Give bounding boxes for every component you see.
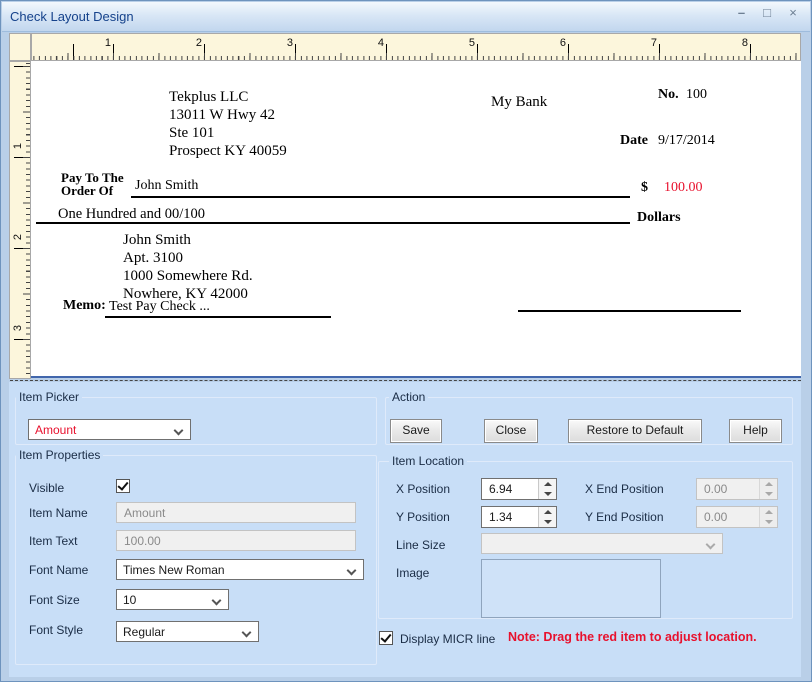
company-line: Prospect KY 40059 [169,143,287,159]
payee-underline [131,196,630,198]
dollars-label[interactable]: Dollars [637,210,681,226]
vertical-ruler: 1 2 3 [9,61,31,379]
save-button[interactable]: Save [390,419,442,443]
font-style-label: Font Style [29,623,84,637]
check-design-surface[interactable]: Tekplus LLC 13011 W Hwy 42 Ste 101 Prosp… [31,61,801,414]
ruler-number: 3 [12,324,24,332]
payee-address-item[interactable]: John Smith Apt. 3100 1000 Somewhere Rd. … [123,231,253,303]
spin-down-icon [760,489,777,499]
memo-underline [105,316,331,318]
properties-panel: Item Picker Amount Item Properties Visib… [9,382,801,677]
close-icon[interactable]: × [786,5,800,20]
amount-item-selected[interactable]: 100.00 [664,180,703,196]
ruler-number: 5 [468,37,475,49]
ruler-corner [9,33,31,61]
window-title: Check Layout Design [10,9,134,24]
ruler-number: 3 [286,37,293,49]
date-label[interactable]: Date [620,133,648,149]
font-size-label: Font Size [29,593,80,607]
title-bar[interactable]: Check Layout Design – □ × [2,2,810,32]
restore-to-default-button[interactable]: Restore to Default [568,419,702,443]
y-position-spinner[interactable]: 1.34 [481,506,557,528]
check-number-value[interactable]: 100 [686,87,707,103]
check-number-label[interactable]: No. [658,87,679,103]
help-button[interactable]: Help [729,419,782,443]
item-name-label: Item Name [29,506,88,520]
action-caption: Action [389,390,429,404]
font-style-dropdown[interactable]: Regular [116,621,259,642]
ruler-number: 1 [12,142,24,150]
signature-line [518,310,741,312]
y-position-value: 1.34 [489,510,513,524]
pay-to-label[interactable]: Pay To The Order Of [61,171,124,197]
x-end-position-spinner: 0.00 [696,478,778,500]
ruler-number: 6 [559,37,566,49]
amount-words-underline [36,222,630,224]
company-address-item[interactable]: Tekplus LLC 13011 W Hwy 42 Ste 101 Prosp… [169,88,287,160]
selection-marquee [10,380,801,381]
maximize-icon[interactable]: □ [760,5,774,20]
minimize-icon[interactable]: – [734,5,748,20]
image-label: Image [396,566,430,580]
y-end-position-label: Y End Position [585,510,664,524]
amount-words-item[interactable]: One Hundred and 00/100 [58,206,205,223]
font-name-label: Font Name [29,563,89,577]
ruler-number: 1 [104,37,111,49]
x-position-value: 6.94 [489,482,513,496]
dollar-sign[interactable]: $ [641,180,648,196]
company-line: Tekplus LLC [169,89,249,105]
spin-up-icon[interactable] [539,507,556,517]
image-box [481,559,661,618]
drag-note: Note: Drag the red item to adjust locati… [508,630,757,644]
font-size-dropdown[interactable]: 10 [116,589,229,610]
visible-label: Visible [29,481,65,495]
x-position-label: X Position [396,482,451,496]
x-position-spinner[interactable]: 6.94 [481,478,557,500]
memo-text-item[interactable]: Test Pay Check ... [109,299,210,315]
item-location-caption: Item Location [389,454,468,468]
y-position-label: Y Position [396,510,450,524]
payee-name-item[interactable]: John Smith [135,178,198,194]
item-name-field: Amount [116,502,356,523]
ruler-number: 8 [741,37,748,49]
ruler-number: 7 [650,37,657,49]
line-size-label: Line Size [396,538,446,552]
spin-down-icon[interactable] [539,517,556,527]
item-picker-caption: Item Picker [16,390,83,404]
bank-name-item[interactable]: My Bank [491,94,547,111]
x-end-position-label: X End Position [585,482,664,496]
address-line: 1000 Somewhere Rd. [123,268,253,284]
ruler-number: 2 [195,37,202,49]
spin-up-icon [760,479,777,489]
y-end-position-value: 0.00 [704,510,728,524]
close-button[interactable]: Close [484,419,538,443]
item-properties-caption: Item Properties [16,448,104,462]
company-line: Ste 101 [169,125,215,141]
display-micr-checkbox[interactable] [379,631,393,645]
address-line: John Smith [123,232,191,248]
pay-to-line: Order Of [61,183,114,198]
visible-checkbox[interactable] [116,479,130,493]
item-text-label: Item Text [29,534,78,548]
address-line: Apt. 3100 [123,250,183,266]
date-value[interactable]: 9/17/2014 [658,133,715,149]
ruler-number: 2 [12,233,24,241]
ruler-number: 4 [377,37,384,49]
item-text-field: 100.00 [116,530,356,551]
font-name-dropdown[interactable]: Times New Roman [116,559,364,580]
display-micr-label: Display MICR line [400,632,496,646]
spin-down-icon[interactable] [539,489,556,499]
horizontal-ruler: 1 2 3 4 5 6 7 8 [31,33,801,61]
y-end-position-spinner: 0.00 [696,506,778,528]
memo-label[interactable]: Memo: [63,298,106,314]
x-end-position-value: 0.00 [704,482,728,496]
company-line: 13011 W Hwy 42 [169,107,275,123]
item-picker-dropdown[interactable]: Amount [28,419,191,440]
spin-down-icon [760,517,777,527]
line-size-dropdown [481,533,723,554]
spin-up-icon[interactable] [539,479,556,489]
spin-up-icon [760,507,777,517]
check-layout-design-window: Check Layout Design – □ × 1 2 3 4 5 6 7 … [0,0,812,682]
